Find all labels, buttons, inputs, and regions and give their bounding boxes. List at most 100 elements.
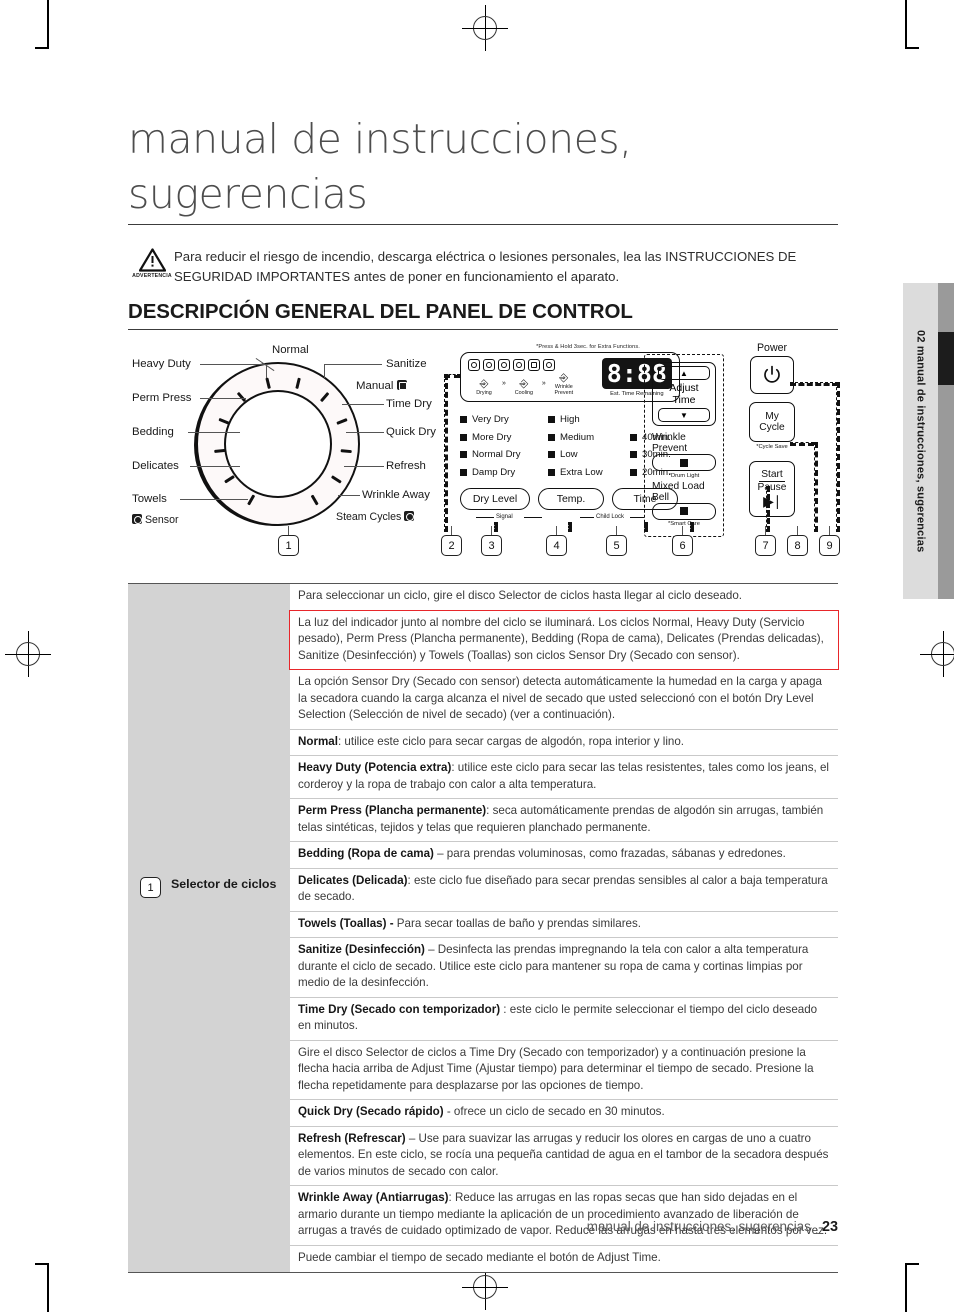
dashed-vert-3 [494,522,498,532]
indicator-normal-dry-label: Normal Dry [472,449,521,460]
adjust-time-up-button[interactable]: ▲ [658,366,710,380]
registration-mark-top [462,5,508,51]
care-icon-6 [543,358,555,371]
dial-label-bedding: Bedding [132,426,174,438]
indicator-more-dry: More Dry [460,432,548,443]
cooling-shirt-icon: ⎆ [519,377,529,390]
table-row-text: Para seleccionar un ciclo, gire el disco… [298,589,743,602]
adjust-time-control[interactable]: ▲ Adjust Time ▼ [652,362,716,426]
callout-stem-7 [765,526,766,535]
table-row: La opción Sensor Dry (Secado con sensor)… [290,670,838,730]
stage-drying-label: Drying [476,389,492,396]
dial-label-sanitize: Sanitize [386,358,427,370]
power-button[interactable] [750,356,794,394]
table-label-cycle-selector: Selector de ciclos [171,877,277,891]
adjust-time-label: Adjust Time [669,382,699,406]
dial-legend-steam: Steam Cycles [336,511,415,523]
power-icon [764,365,780,383]
leader-sanitize-v [324,364,326,378]
smart-care-note: *Smart Care [668,521,700,527]
indicator-extra-low-label: Extra Low [560,466,603,478]
dashed-vert-8 [814,442,818,532]
care-icon-2 [483,358,495,371]
dial-legend-steam-label: Steam Cycles [336,511,402,523]
callout-stem-3 [491,526,492,535]
feature-description-table: 1 Selector de ciclos Para seleccionar un… [128,583,839,1273]
power-group: Power My Cycle *Cycle Save Start Pause ▶… [742,342,802,517]
dial-inner-ring [224,390,332,498]
indicator-normal-dry: Normal Dry [460,449,548,460]
signal-sublabel: Signal [496,514,513,520]
crop-mark-bottom-right [905,1263,919,1312]
child-lock-sublabel: Child Lock [596,514,625,520]
side-edge-bar [938,283,954,599]
document-page: manual de instrucciones, sugerencias ADV… [0,0,954,1312]
crop-mark-top-right [905,0,919,49]
led-dot-icon [548,416,555,423]
temp-button[interactable]: Temp. [538,488,604,510]
mixed-load-bell-button[interactable] [652,502,716,520]
led-dot-icon [460,433,467,441]
leader-refresh [344,466,384,468]
wrinkle-prevent-label: Wrinkle Prevent [652,432,688,454]
my-cycle-button[interactable]: My Cycle [749,402,795,442]
dry-level-indicators: Very Dry More Dry Normal Dry Damp Dry [460,414,548,478]
fabric-care-icons [468,358,596,371]
indicator-damp-dry-label: Damp Dry [472,466,516,478]
childlock-bracket-right [630,517,644,519]
dial-label-time-dry: Time Dry [386,398,432,410]
table-row: Towels (Toallas) - Para secar toallas de… [290,912,838,939]
stage-drying: ⎆ Drying [468,378,500,397]
adjust-group: ▲ Adjust Time ▼ Wrinkle Prevent *Drum Li… [644,354,724,537]
table-row: Heavy Duty (Potencia extra): utilice est… [290,756,838,800]
dial-label-quick-dry: Quick Dry [386,426,436,438]
dial-label-towels: Towels [132,493,167,505]
page-title-line2: sugerencias [128,169,368,218]
start-pause-button[interactable]: Start Pause ▶∣ [749,460,795,517]
table-row-text: Bedding (Ropa de cama) – para prendas vo… [298,847,786,861]
manual-chip-icon [396,380,407,390]
stage-arrow-2-icon: » [541,380,546,388]
childlock-bracket-left [580,517,594,519]
sensor-chip-icon [132,514,142,524]
signal-bracket-right [524,517,542,519]
table-content-column: Para seleccionar un ciclo, gire el disco… [289,584,839,1272]
indicator-low-label: Low [560,449,578,460]
dial-legend-manual-label: Manual [356,380,394,392]
indicator-more-dry-label: More Dry [472,431,512,443]
callout-9: 9 [819,535,840,556]
table-row-text: Quick Dry (Secado rápido) - ofrece un ci… [298,1105,665,1119]
dry-level-button[interactable]: Dry Level [460,488,530,510]
page-title-line1: manual de instrucciones, [128,115,632,163]
table-row-text: Towels (Toallas) - Para secar toallas de… [298,916,642,930]
dashed-vert-2 [444,374,448,532]
temp-indicators: High Medium Low Extra Low [548,414,630,478]
adjust-time-down-button[interactable]: ▼ [658,408,710,422]
wrinkle-prevent-shirt-icon: ⎆ [559,371,569,384]
care-icon-3 [498,358,510,371]
table-row: La luz del indicador junto al nombre del… [289,609,839,671]
leader-sanitize [324,364,382,366]
status-icons-area: ⎆ Drying » ⎆ Cooling » ⎆ Wrinkle Prevent [468,358,596,397]
table-row-text: Perm Press (Plancha permanente): seca au… [298,804,824,834]
dial-label-wrinkle-away: Wrinkle Away [362,489,430,501]
section-divider [128,329,838,330]
wrinkle-prevent-button[interactable] [652,454,716,471]
table-row-text: Heavy Duty (Potencia extra): utilice est… [298,761,829,791]
signal-bracket-left [476,517,494,519]
dial-label-delicates: Delicates [132,460,179,472]
callout-8: 8 [787,535,808,556]
table-row: Delicates (Delicada): este ciclo fue dis… [290,869,838,912]
led-dot-icon [460,416,467,423]
warning-text: Para reducir el riesgo de incendio, desc… [174,249,797,284]
table-row: Gire el disco Selector de ciclos a Time … [290,1041,838,1101]
power-label: Power [756,342,788,354]
warning-label: ADVERTENCIA [132,273,172,279]
warning-triangle-icon [138,248,166,272]
callout-6: 6 [672,535,693,556]
table-row-text: Time Dry (Secado con temporizador) : est… [298,1002,818,1033]
my-cycle-line1: My [765,410,779,422]
footer-text: manual de instrucciones, sugerencias _ [586,1219,822,1234]
stage-wrinkle-prevent-label: Wrinkle Prevent [554,383,574,396]
dial-legend-sensor-label: Sensor [144,514,179,526]
